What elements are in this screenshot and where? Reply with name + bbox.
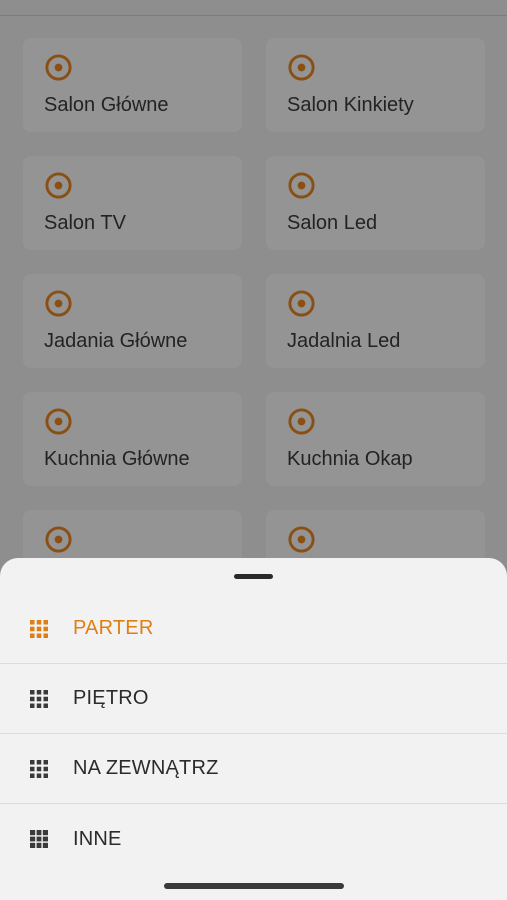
light-tile[interactable]: Salon Led <box>266 156 485 250</box>
menu-item-pietro[interactable]: PIĘTRO <box>0 664 507 734</box>
radio-target-icon <box>288 408 315 435</box>
radio-target-icon <box>45 54 72 81</box>
menu-item-inne[interactable]: INNE <box>0 804 507 874</box>
grid-square-icon <box>30 830 48 848</box>
radio-target-icon <box>45 408 72 435</box>
light-tile[interactable]: Kuchnia Okap <box>266 392 485 486</box>
top-divider <box>0 0 507 16</box>
radio-target-icon <box>288 54 315 81</box>
menu-label: NA ZEWNĄTRZ <box>73 757 219 779</box>
light-tile[interactable]: Kuchnia Główne <box>23 392 242 486</box>
grid-dots-icon <box>30 689 48 708</box>
radio-target-icon <box>288 526 315 553</box>
menu-label: PIĘTRO <box>73 687 149 709</box>
radio-target-icon <box>45 526 72 553</box>
light-label: Kuchnia Okap <box>287 448 413 470</box>
sheet-grabber[interactable] <box>234 574 273 579</box>
light-tile[interactable]: Salon Główne <box>23 38 242 132</box>
grid-dots-icon <box>30 619 48 638</box>
light-label: Kuchnia Główne <box>44 448 190 470</box>
light-label: Salon Główne <box>44 94 169 116</box>
menu-item-na-zewnatrz[interactable]: NA ZEWNĄTRZ <box>0 734 507 804</box>
radio-target-icon <box>45 290 72 317</box>
home-indicator <box>164 883 344 889</box>
floor-selector-sheet: PARTER PIĘTRO NA ZEWNĄTRZ INNE <box>0 558 507 900</box>
light-label: Salon TV <box>44 212 126 234</box>
light-tile[interactable]: Jadania Główne <box>23 274 242 368</box>
light-tile[interactable]: Salon TV <box>23 156 242 250</box>
light-label: Salon Led <box>287 212 378 234</box>
grid-dots-icon <box>30 759 48 778</box>
menu-label: PARTER <box>73 617 154 639</box>
light-tile[interactable]: Salon Kinkiety <box>266 38 485 132</box>
floor-menu: PARTER PIĘTRO NA ZEWNĄTRZ INNE <box>0 594 507 874</box>
radio-target-icon <box>288 172 315 199</box>
light-label: Jadalnia Led <box>287 330 401 352</box>
menu-item-parter[interactable]: PARTER <box>0 594 507 664</box>
light-label: Jadania Główne <box>44 330 188 352</box>
menu-label: INNE <box>73 827 122 850</box>
radio-target-icon <box>45 172 72 199</box>
light-tile[interactable]: Jadalnia Led <box>266 274 485 368</box>
radio-target-icon <box>288 290 315 317</box>
light-label: Salon Kinkiety <box>287 94 414 116</box>
lights-grid: Salon Główne Salon Kinkiety Salon TV Sal… <box>23 38 485 604</box>
